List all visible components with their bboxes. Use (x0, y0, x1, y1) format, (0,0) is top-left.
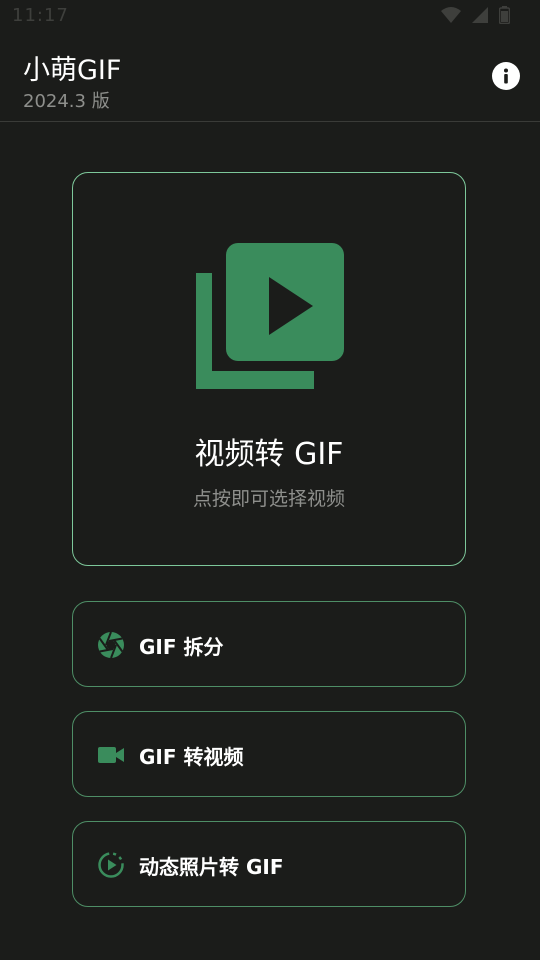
aperture-icon (98, 631, 124, 659)
motion-photo-icon (98, 852, 124, 878)
gif-to-video-button[interactable]: GIF 转视频 (72, 711, 466, 797)
main-card-subtitle: 点按即可选择视频 (192, 488, 345, 510)
app-screen: 11:17 小萌GIF 2024.3 版 视频转 GIF 点按即可选择视频 GI… (0, 0, 540, 960)
status-time: 11:17 (12, 5, 69, 26)
live-photo-to-gif-button[interactable]: 动态照片转 GIF (72, 821, 466, 907)
signal-icon (471, 6, 488, 28)
battery-icon (498, 6, 511, 28)
app-title: 小萌GIF (23, 55, 122, 86)
info-button[interactable] (492, 62, 520, 90)
header-divider (0, 121, 540, 122)
live-photo-to-gif-label: 动态照片转 GIF (139, 855, 284, 879)
video-library-icon (196, 243, 344, 389)
video-to-gif-card[interactable]: 视频转 GIF 点按即可选择视频 (72, 172, 466, 566)
wifi-icon (440, 6, 461, 28)
app-version: 2024.3 版 (23, 91, 110, 112)
main-card-title: 视频转 GIF (194, 437, 344, 472)
app-header: 小萌GIF 2024.3 版 (0, 34, 540, 121)
gif-split-label: GIF 拆分 (139, 635, 224, 659)
status-icons (435, 6, 511, 28)
status-bar: 11:17 (0, 0, 540, 34)
gif-to-video-label: GIF 转视频 (139, 745, 244, 769)
videocam-icon (98, 747, 124, 763)
gif-split-button[interactable]: GIF 拆分 (72, 601, 466, 687)
info-icon (504, 68, 508, 84)
